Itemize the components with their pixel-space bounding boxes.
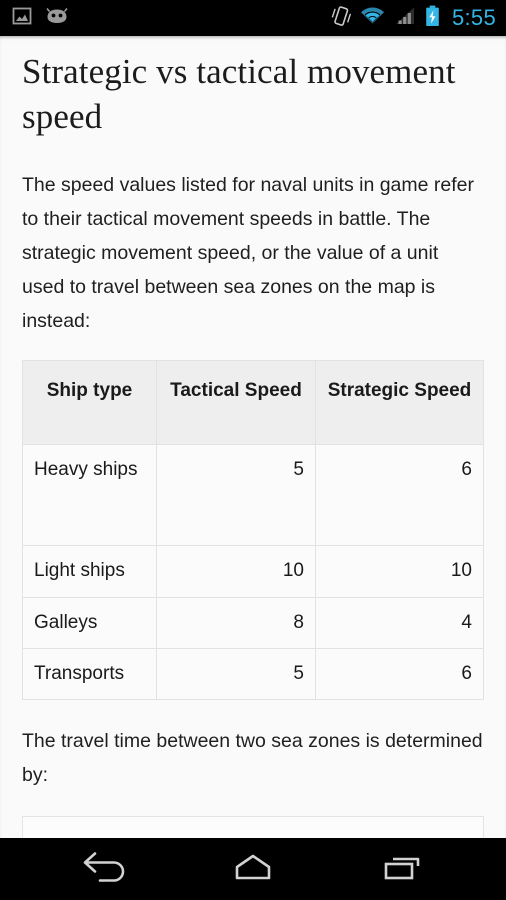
back-button[interactable] [62, 844, 146, 894]
status-bar: 5:55 [0, 0, 506, 36]
intro-paragraph: The speed values listed for naval units … [22, 173, 474, 333]
recent-apps-icon [376, 850, 428, 889]
android-mascot-icon [45, 7, 69, 30]
browser-content-area[interactable]: Strategic vs tactical movement speed The… [0, 36, 506, 838]
wifi-icon [360, 6, 385, 31]
cell-ship-type: Light ships [22, 545, 157, 598]
formula-code-block: travel time = distance / ( strategic [22, 816, 484, 838]
column-header-tactical: Tactical Speed [156, 360, 316, 446]
cell-strategic-speed: 6 [315, 647, 484, 701]
column-header-ship-type: Ship type [22, 360, 157, 446]
cell-tactical-speed: 8 [156, 596, 316, 649]
vibrate-icon [331, 5, 352, 32]
cell-strategic-speed: 6 [315, 444, 484, 547]
navigation-bar [0, 838, 506, 900]
back-arrow-icon [78, 850, 130, 889]
home-button[interactable] [211, 844, 295, 894]
android-device-screen: 5:55 Strategic vs tactical movement spee… [0, 0, 506, 900]
cell-ship-type: Transports [22, 647, 157, 701]
cell-tactical-speed: 10 [156, 545, 316, 598]
home-icon [227, 850, 279, 889]
status-bar-notification-icons [12, 6, 69, 31]
table-row: Heavy ships 5 6 [22, 444, 484, 547]
table-header: Ship type Tactical Speed Strategic Speed [22, 360, 484, 446]
travel-time-paragraph: The travel time between two sea zones is… [22, 730, 483, 787]
cell-tactical-speed: 5 [156, 444, 316, 547]
ship-speed-table: Ship type Tactical Speed Strategic Speed… [22, 360, 484, 701]
cell-strategic-speed: 4 [315, 596, 484, 649]
table-body: Heavy ships 5 6 Light ships 10 10 Galley… [22, 444, 484, 701]
status-bar-clock: 5:55 [451, 5, 496, 30]
table-row: Light ships 10 10 [22, 545, 484, 598]
screenshot-icon [12, 6, 32, 31]
cell-ship-type: Heavy ships [22, 444, 157, 547]
cell-tactical-speed: 5 [156, 647, 316, 701]
table-header-row: Ship type Tactical Speed Strategic Speed [22, 360, 484, 446]
battery-charging-icon [425, 5, 440, 32]
table-row: Galleys 8 4 [22, 596, 484, 649]
status-bar-system-icons: 5:55 [331, 5, 496, 32]
cellular-signal-icon [394, 6, 416, 31]
recents-button[interactable] [360, 844, 444, 894]
article-page: Strategic vs tactical movement speed The… [0, 50, 506, 838]
cell-ship-type: Galleys [22, 596, 157, 649]
page-title: Strategic vs tactical movement speed [22, 52, 456, 136]
table-row: Transports 5 6 [22, 647, 484, 701]
column-header-strategic: Strategic Speed [315, 360, 484, 446]
cell-strategic-speed: 10 [315, 545, 484, 598]
